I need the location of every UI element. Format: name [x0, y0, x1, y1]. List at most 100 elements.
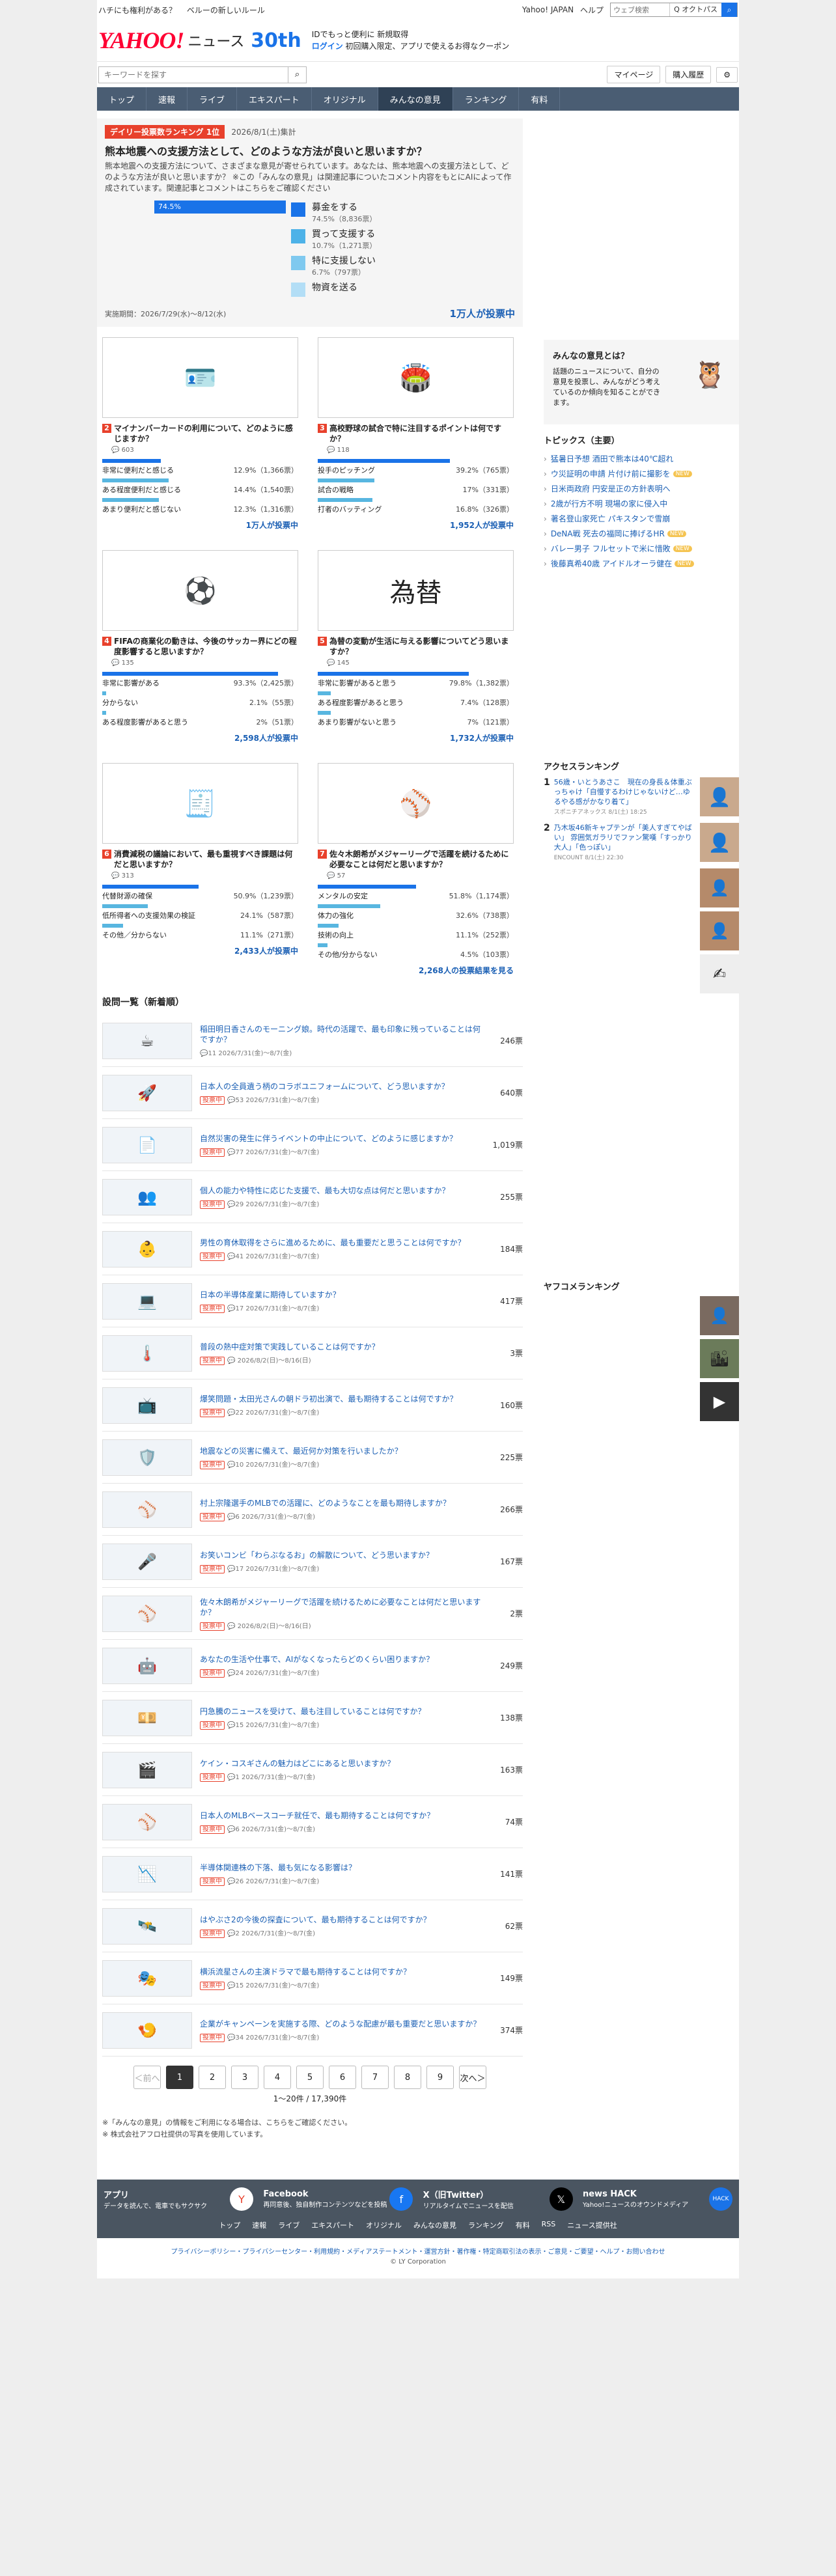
- list-title-link[interactable]: 日本人の全員遺う柄のコラボユニフォームについて、どう思いますか？: [200, 1081, 486, 1092]
- gear-icon[interactable]: ⚙: [716, 66, 738, 83]
- list-thumbnail[interactable]: 🚀: [102, 1074, 192, 1111]
- list-item[interactable]: ☕ 稲田明日香さんのモーニング娘。時代の活躍で、最も印象に残っていることは何ですか…: [102, 1015, 523, 1067]
- comment-photo-1[interactable]: 👤: [700, 1296, 739, 1335]
- list-item[interactable]: 📺 爆笑問題・太田光さんの朝ドラ初出演で、最も期待することは何ですか？ 投票中 💬22…: [102, 1379, 523, 1432]
- nav-top[interactable]: トップ: [97, 87, 147, 111]
- card-question-text[interactable]: マイナンバーカードの利用について、どのように感じますか？: [114, 423, 298, 444]
- page-4[interactable]: 4: [264, 2066, 291, 2089]
- card-vote-link[interactable]: 1,732人が投票中: [318, 732, 514, 743]
- card-question[interactable]: 6 消費減税の議論において、最も重視すべき課題は何だと思いますか？: [102, 849, 298, 870]
- footer-nav-item[interactable]: RSS: [542, 2220, 556, 2230]
- list-item[interactable]: 💻 日本の半導体産業に期待していますか？ 投票中 💬17 2026/7/31(金)〜8…: [102, 1275, 523, 1327]
- footer-nav-item[interactable]: みんなの意見: [413, 2220, 456, 2230]
- page-1[interactable]: 1: [166, 2066, 193, 2089]
- list-thumbnail[interactable]: 👥: [102, 1178, 192, 1215]
- list-item[interactable]: 🛰️ はやぶさ2の今後の探査について、最も期待することは何ですか？ 投票中 💬2 20…: [102, 1900, 523, 1952]
- list-item[interactable]: 👥 個人の能力や特性に応じた支援で、最も大切な点は何だと思いますか？ 投票中 💬29 …: [102, 1171, 523, 1223]
- footer-app[interactable]: アプリ データを読んで、電車でもサクサク Y: [104, 2187, 253, 2211]
- next-button[interactable]: 次へ＞: [459, 2066, 486, 2089]
- ranking-photo-4[interactable]: 👤: [700, 911, 739, 950]
- web-search-input[interactable]: [611, 5, 670, 14]
- list-title-link[interactable]: 佐々木朗希がメジャーリーグで活躍を続けるために必要なことは何だと思いますか？: [200, 1597, 486, 1618]
- nav-live[interactable]: ライブ: [188, 87, 238, 111]
- card-question-text[interactable]: 消費減税の議論において、最も重視すべき課題は何だと思いますか？: [114, 849, 298, 870]
- list-title-link[interactable]: 自然災害の発生に伴うイベントの中止について、どのように感じますか？: [200, 1133, 486, 1144]
- list-item[interactable]: ⚾ 日本人のMLBベースコーチ就任で、最も期待することは何ですか？ 投票中 💬6 20…: [102, 1796, 523, 1848]
- list-title-link[interactable]: 普段の熱中症対策で実践していることは何ですか？: [200, 1342, 486, 1352]
- page-5[interactable]: 5: [296, 2066, 324, 2089]
- comment-video-thumb[interactable]: ▶: [700, 1382, 739, 1421]
- footer-nav-item[interactable]: ライブ: [278, 2220, 300, 2230]
- access-item-2[interactable]: 2 乃木坂46新キャプテンが「美人すぎてやばい」 雰囲気ガラリでファン驚嘆「すっか…: [544, 823, 739, 863]
- topic-item[interactable]: 著名登山家死亡 パキスタンで雪崩: [544, 511, 739, 526]
- list-title-link[interactable]: 個人の能力や特性に応じた支援で、最も大切な点は何だと思いますか？: [200, 1185, 486, 1196]
- card-vote-link[interactable]: 2,268人の投票結果を見る: [318, 965, 514, 976]
- list-thumbnail[interactable]: ⚾: [102, 1803, 192, 1840]
- list-thumbnail[interactable]: ☕: [102, 1022, 192, 1059]
- topic-item[interactable]: 猛暑日予想 酒田で熊本は40℃超れ: [544, 451, 739, 466]
- list-title-link[interactable]: 円急騰のニュースを受けて、最も注目していることは何ですか？: [200, 1706, 486, 1717]
- list-title-link[interactable]: 地震などの災害に備えて、最近何か対策を行いましたか？: [200, 1446, 486, 1456]
- page-8[interactable]: 8: [394, 2066, 421, 2089]
- nav-original[interactable]: オリジナル: [312, 87, 378, 111]
- octopus-button[interactable]: Q オクトパス: [669, 3, 721, 16]
- option-1[interactable]: 募金をする 74.5%（8,836票）: [291, 201, 376, 224]
- topic-item[interactable]: ウ災証明の申請 片付け前に撮影をNEW: [544, 466, 739, 481]
- card-vote-link[interactable]: 2,598人が投票中: [102, 732, 298, 743]
- promo-line-1[interactable]: IDでもっと便利に 新規取得: [312, 29, 510, 40]
- page-6[interactable]: 6: [329, 2066, 356, 2089]
- option-4[interactable]: 物資を送る: [291, 281, 376, 297]
- topic-text[interactable]: 著名登山家死亡 パキスタンで雪崩: [551, 513, 670, 524]
- poll-card[interactable]: 🧾 6 消費減税の議論において、最も重視すべき課題は何だと思いますか？ 💬 313 代替…: [102, 763, 298, 976]
- search-icon[interactable]: ⌕: [721, 3, 737, 17]
- footer-nav-item[interactable]: 有料: [516, 2220, 530, 2230]
- top-link-2[interactable]: ベルーの新しいルール: [187, 6, 265, 15]
- topic-text[interactable]: DeNA戦 死去の福岡に捧げるHR: [551, 528, 665, 539]
- list-thumbnail[interactable]: 🌡️: [102, 1335, 192, 1372]
- comment-photo-2[interactable]: 🏙: [700, 1339, 739, 1378]
- card-question-text[interactable]: 佐々木朗希がメジャーリーグで活躍を続けるために必要なことは何だと思いますか？: [329, 849, 514, 870]
- promo-line-2[interactable]: 初回購入限定、アプリで使えるお得なクーポン: [346, 42, 510, 51]
- nav-breaking[interactable]: 速報: [146, 87, 188, 111]
- card-question[interactable]: 3 高校野球の試合で特に注目するポイントは何ですか？: [318, 423, 514, 444]
- card-question[interactable]: 5 為替の変動が生活に与える影響についてどう思いますか？: [318, 636, 514, 657]
- access-item-1[interactable]: 1 56歳・いとうあさこ 現在の身長＆体重ぶっちゃけ「自慢するわけじゃないけど…ゆ…: [544, 777, 739, 818]
- list-item[interactable]: 🛡️ 地震などの災害に備えて、最近何か対策を行いましたか？ 投票中 💬10 2026/…: [102, 1432, 523, 1484]
- card-question[interactable]: 4 FIFAの商業化の動きは、今後のサッカー界にどの程度影響すると思いますか？: [102, 636, 298, 657]
- vote-count-link[interactable]: 1万人が投票中: [450, 307, 515, 320]
- list-thumbnail[interactable]: 💻: [102, 1282, 192, 1320]
- list-item[interactable]: 🌡️ 普段の熱中症対策で実践していることは何ですか？ 投票中 💬 2026/8/2(日…: [102, 1327, 523, 1379]
- nav-opinion[interactable]: みんなの意見: [378, 87, 453, 111]
- list-thumbnail[interactable]: 👶: [102, 1230, 192, 1267]
- topic-text[interactable]: ウ災証明の申請 片付け前に撮影を: [551, 468, 671, 479]
- nav-paid[interactable]: 有料: [519, 87, 561, 111]
- list-thumbnail[interactable]: 📺: [102, 1387, 192, 1424]
- footer-nav-item[interactable]: オリジナル: [366, 2220, 402, 2230]
- topic-item[interactable]: 2歳が行方不明 現場の家に侵入中: [544, 496, 739, 511]
- list-thumbnail[interactable]: ⚾: [102, 1595, 192, 1632]
- list-item[interactable]: 📄 自然災害の発生に伴うイベントの中止について、どのように感じますか？ 投票中 💬77…: [102, 1119, 523, 1171]
- list-item[interactable]: ⚾ 佐々木朗希がメジャーリーグで活躍を続けるために必要なことは何だと思いますか？ 投…: [102, 1588, 523, 1640]
- footer-nav-item[interactable]: トップ: [219, 2220, 240, 2230]
- list-item[interactable]: 🎤 お笑いコンビ「わらぶなるお」の解散について、どう思いますか？ 投票中 💬17 20…: [102, 1536, 523, 1588]
- yahoo-japan-link[interactable]: Yahoo! JAPAN: [522, 5, 574, 14]
- footer-x[interactable]: X（旧Twitter） リアルタイムでニュースを配信 𝕏: [423, 2187, 573, 2211]
- topic-text[interactable]: 2歳が行方不明 現場の家に侵入中: [551, 498, 667, 509]
- nav-expert[interactable]: エキスパート: [237, 87, 312, 111]
- poll-card[interactable]: 🪪 2 マイナンバーカードの利用について、どのように感じますか？ 💬 603 非常に便利…: [102, 337, 298, 531]
- card-question-text[interactable]: 為替の変動が生活に与える影響についてどう思いますか？: [329, 636, 514, 657]
- option-3[interactable]: 特に支援しない 6.7%（797票）: [291, 254, 376, 277]
- topic-item[interactable]: バレー男子 フルセットで米に惜敗NEW: [544, 541, 739, 556]
- list-thumbnail[interactable]: 🤖: [102, 1647, 192, 1684]
- list-thumbnail[interactable]: 🛡️: [102, 1439, 192, 1476]
- list-thumbnail[interactable]: 📉: [102, 1855, 192, 1892]
- page-9[interactable]: 9: [426, 2066, 454, 2089]
- list-thumbnail[interactable]: 🛰️: [102, 1907, 192, 1945]
- list-title-link[interactable]: 爆笑問題・太田光さんの朝ドラ初出演で、最も期待することは何ですか？: [200, 1394, 486, 1404]
- poll-card[interactable]: ⚽ 4 FIFAの商業化の動きは、今後のサッカー界にどの程度影響すると思いますか？ 💬…: [102, 550, 298, 743]
- mypage-button[interactable]: マイページ: [607, 66, 661, 83]
- login-link[interactable]: ログイン: [312, 42, 343, 51]
- news-logo-text[interactable]: ニュース: [188, 30, 244, 51]
- topic-text[interactable]: 日米両政府 円安是正の方針表明へ: [551, 483, 671, 494]
- purchase-history-button[interactable]: 購入履歴: [665, 66, 712, 83]
